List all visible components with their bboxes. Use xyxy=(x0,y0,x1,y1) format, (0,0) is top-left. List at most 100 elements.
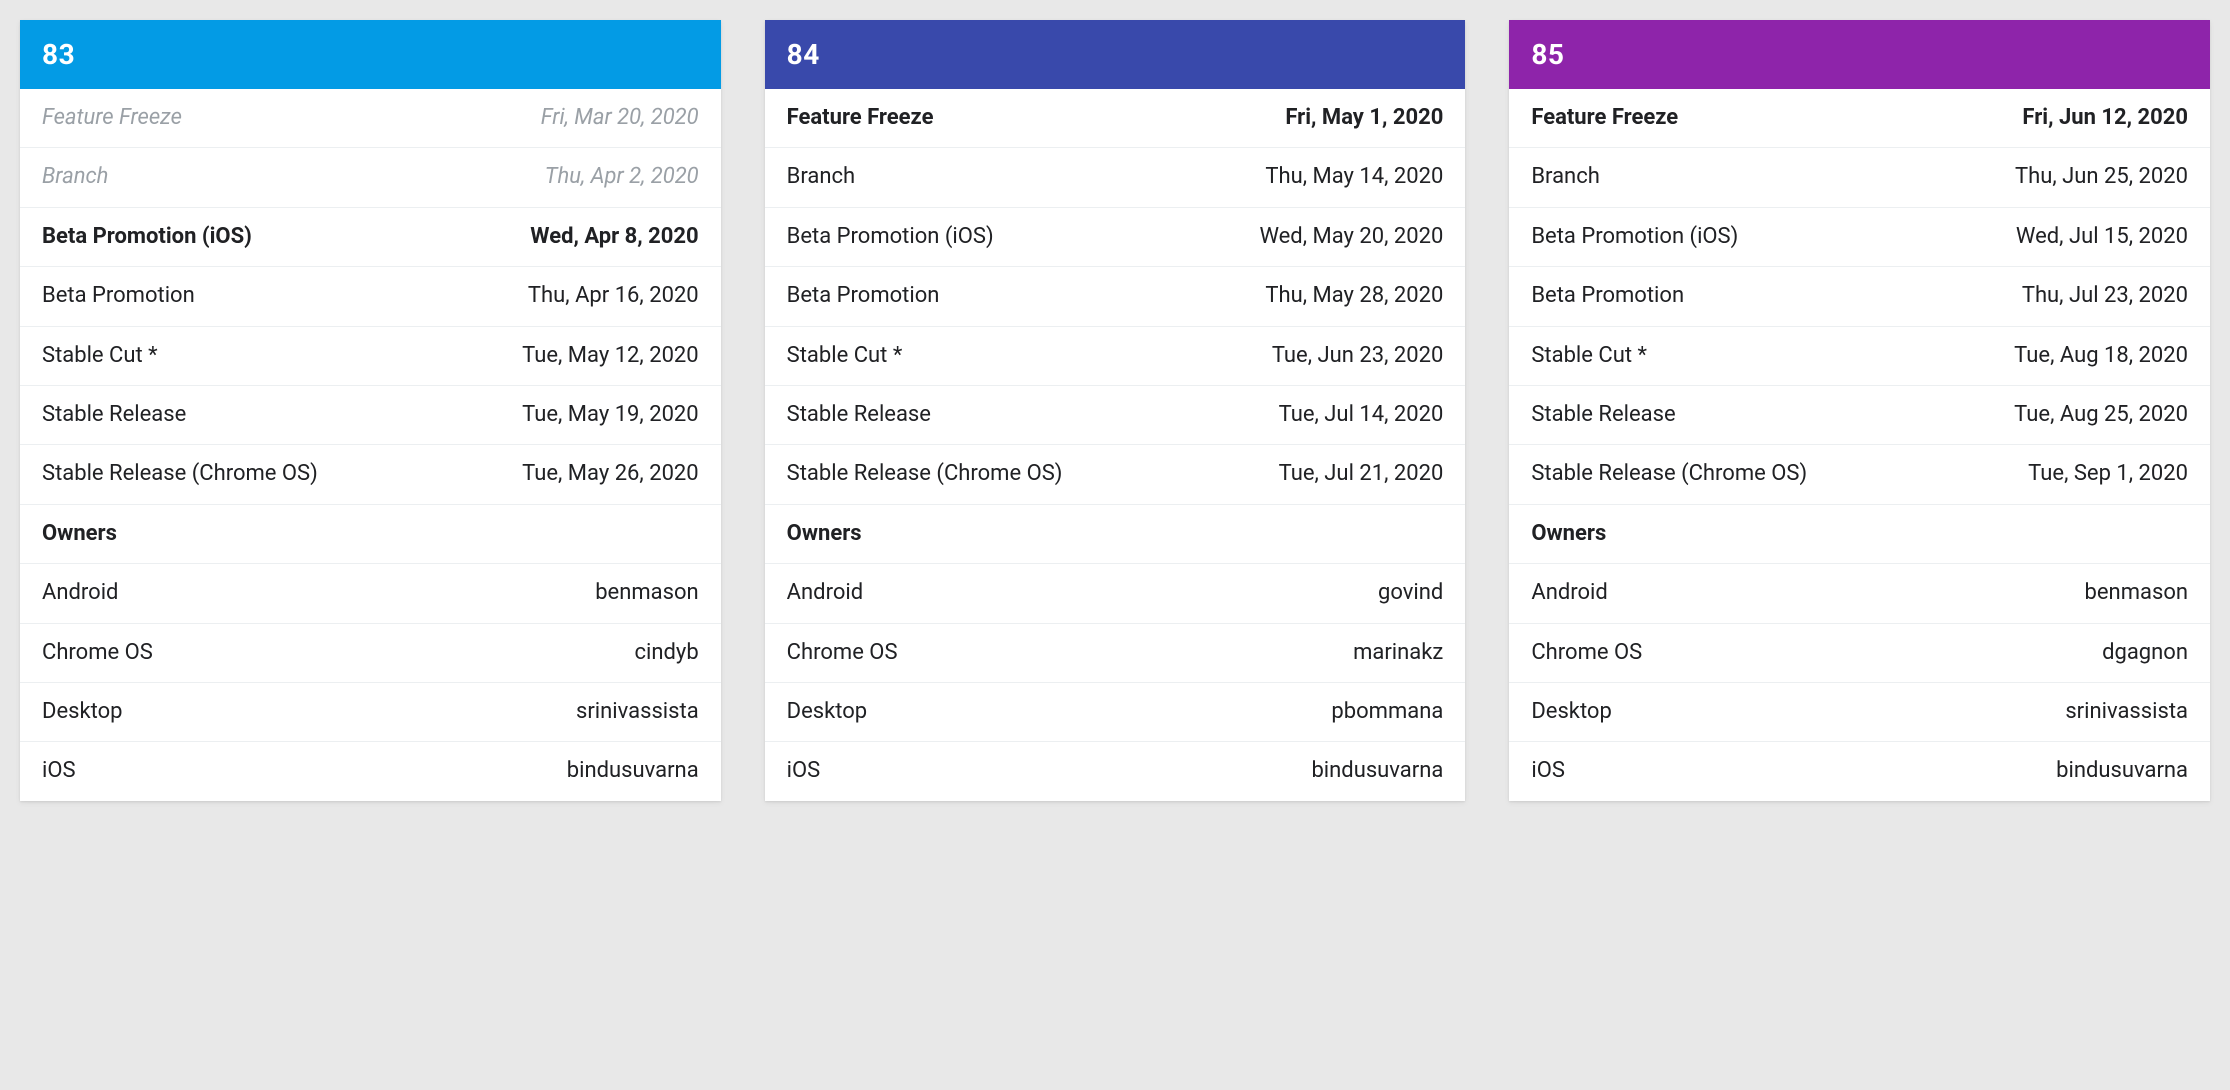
owner-name[interactable]: govind xyxy=(1378,580,1443,606)
owner-row: Desktop pbommana xyxy=(765,683,1466,742)
owner-platform: Android xyxy=(787,580,863,606)
milestone-date: Fri, May 1, 2020 xyxy=(1285,105,1443,131)
milestone-date: Fri, Jun 12, 2020 xyxy=(2022,105,2188,131)
milestone-row: Beta Promotion Thu, Apr 16, 2020 xyxy=(20,267,721,326)
owner-platform: Chrome OS xyxy=(42,640,153,666)
milestone-date: Thu, Apr 2, 2020 xyxy=(545,164,699,190)
owners-label: Owners xyxy=(42,521,117,547)
release-version-header[interactable]: 84 xyxy=(765,20,1466,89)
milestone-label: Stable Cut * xyxy=(42,343,158,369)
milestone-label: Beta Promotion xyxy=(42,283,195,309)
milestone-row: Feature Freeze Fri, May 1, 2020 xyxy=(765,89,1466,148)
milestone-row: Feature FreezeFri, Mar 20, 2020 xyxy=(20,89,721,148)
owner-platform: Android xyxy=(1531,580,1607,606)
owner-name[interactable]: pbommana xyxy=(1331,699,1443,725)
milestone-label: Feature Freeze xyxy=(787,105,934,131)
owners-label: Owners xyxy=(787,521,862,547)
milestone-label: Beta Promotion xyxy=(787,283,940,309)
milestone-label: Beta Promotion (iOS) xyxy=(1531,224,1738,250)
owner-name[interactable]: bindusuvarna xyxy=(2056,758,2188,784)
owner-row: Android benmason xyxy=(1509,564,2210,623)
owner-row: Chrome OS marinakz xyxy=(765,624,1466,683)
release-card: 84 Feature Freeze Fri, May 1, 2020 Branch Th… xyxy=(765,20,1466,801)
milestone-row: Beta Promotion (iOS)Wed, Apr 8, 2020 xyxy=(20,208,721,267)
milestone-date: Tue, Aug 18, 2020 xyxy=(2014,343,2188,369)
owner-name[interactable]: marinakz xyxy=(1353,640,1443,666)
milestone-label: Stable Release xyxy=(1531,402,1675,428)
owner-row: Desktop srinivassista xyxy=(1509,683,2210,742)
milestone-row: Stable Release (Chrome OS)Tue, Jul 21, 2… xyxy=(765,445,1466,504)
owner-name[interactable]: bindusuvarna xyxy=(567,758,699,784)
milestone-date: Fri, Mar 20, 2020 xyxy=(541,105,699,131)
milestone-label: Stable Release xyxy=(787,402,931,428)
milestone-row: Stable Release (Chrome OS)Tue, Sep 1, 20… xyxy=(1509,445,2210,504)
owner-name[interactable]: benmason xyxy=(2085,580,2188,606)
milestone-row: Stable Release (Chrome OS)Tue, May 26, 2… xyxy=(20,445,721,504)
release-version-header[interactable]: 83 xyxy=(20,20,721,89)
owner-name[interactable]: benmason xyxy=(595,580,698,606)
milestone-date: Tue, Jun 23, 2020 xyxy=(1272,343,1444,369)
milestone-date: Tue, Jul 14, 2020 xyxy=(1279,402,1444,428)
owner-row: Chrome OS dgagnon xyxy=(1509,624,2210,683)
milestone-date: Thu, Apr 16, 2020 xyxy=(528,283,699,309)
owner-row: iOS bindusuvarna xyxy=(1509,742,2210,800)
milestone-row: Beta Promotion (iOS) Wed, Jul 15, 2020 xyxy=(1509,208,2210,267)
milestone-label: Stable Release xyxy=(42,402,186,428)
milestone-date: Wed, May 20, 2020 xyxy=(1259,224,1443,250)
release-card: 83Feature FreezeFri, Mar 20, 2020 Branch T… xyxy=(20,20,721,801)
release-card: 85Feature FreezeFri, Jun 12, 2020 Branch T… xyxy=(1509,20,2210,801)
milestone-date: Tue, May 12, 2020 xyxy=(522,343,699,369)
milestone-date: Thu, Jul 23, 2020 xyxy=(2022,283,2188,309)
milestone-date: Tue, Aug 25, 2020 xyxy=(2014,402,2188,428)
owner-platform: Desktop xyxy=(1531,699,1612,725)
release-version-header[interactable]: 85 xyxy=(1509,20,2210,89)
milestone-label: Stable Release (Chrome OS) xyxy=(42,461,318,487)
milestone-label: Stable Cut * xyxy=(1531,343,1647,369)
owner-name[interactable]: bindusuvarna xyxy=(1311,758,1443,784)
milestone-row: Stable Release Tue, Jul 14, 2020 xyxy=(765,386,1466,445)
owners-section-header: Owners xyxy=(20,505,721,564)
owner-row: iOS bindusuvarna xyxy=(765,742,1466,800)
milestone-label: Branch xyxy=(1531,164,1599,190)
milestone-row: Feature FreezeFri, Jun 12, 2020 xyxy=(1509,89,2210,148)
owner-platform: Chrome OS xyxy=(787,640,898,666)
owner-platform: Desktop xyxy=(787,699,868,725)
owner-row: Android govind xyxy=(765,564,1466,623)
owners-section-header: Owners xyxy=(1509,505,2210,564)
owner-platform: Android xyxy=(42,580,118,606)
milestone-row: Stable Cut * Tue, May 12, 2020 xyxy=(20,327,721,386)
owner-name[interactable]: srinivassista xyxy=(576,699,699,725)
milestone-row: Branch Thu, May 14, 2020 xyxy=(765,148,1466,207)
owner-row: Android benmason xyxy=(20,564,721,623)
milestone-label: Beta Promotion (iOS) xyxy=(42,224,252,250)
owner-name[interactable]: srinivassista xyxy=(2065,699,2188,725)
milestone-date: Tue, May 19, 2020 xyxy=(522,402,699,428)
milestone-label: Beta Promotion (iOS) xyxy=(787,224,994,250)
milestone-label: Branch xyxy=(42,164,108,190)
owner-name[interactable]: cindyb xyxy=(634,640,698,666)
owner-row: Desktopsrinivassista xyxy=(20,683,721,742)
milestone-row: Branch Thu, Apr 2, 2020 xyxy=(20,148,721,207)
owner-platform: iOS xyxy=(1531,758,1565,784)
milestone-row: Stable Release Tue, May 19, 2020 xyxy=(20,386,721,445)
owner-row: iOS bindusuvarna xyxy=(20,742,721,800)
milestone-label: Stable Release (Chrome OS) xyxy=(1531,461,1807,487)
milestone-date: Wed, Jul 15, 2020 xyxy=(2016,224,2188,250)
milestone-date: Tue, Jul 21, 2020 xyxy=(1279,461,1444,487)
owner-platform: iOS xyxy=(42,758,76,784)
owner-platform: Chrome OS xyxy=(1531,640,1642,666)
milestone-date: Thu, Jun 25, 2020 xyxy=(2015,164,2188,190)
milestone-label: Branch xyxy=(787,164,855,190)
owners-section-header: Owners xyxy=(765,505,1466,564)
milestone-label: Beta Promotion xyxy=(1531,283,1684,309)
milestone-date: Thu, May 28, 2020 xyxy=(1265,283,1443,309)
milestone-row: Stable Cut * Tue, Aug 18, 2020 xyxy=(1509,327,2210,386)
owner-row: Chrome OS cindyb xyxy=(20,624,721,683)
milestone-label: Stable Cut * xyxy=(787,343,903,369)
milestone-date: Thu, May 14, 2020 xyxy=(1265,164,1443,190)
release-cards: 83Feature FreezeFri, Mar 20, 2020BranchT… xyxy=(0,20,2230,801)
milestone-row: Branch Thu, Jun 25, 2020 xyxy=(1509,148,2210,207)
owner-name[interactable]: dgagnon xyxy=(2102,640,2188,666)
milestone-row: Beta Promotion Thu, May 28, 2020 xyxy=(765,267,1466,326)
owner-platform: iOS xyxy=(787,758,821,784)
